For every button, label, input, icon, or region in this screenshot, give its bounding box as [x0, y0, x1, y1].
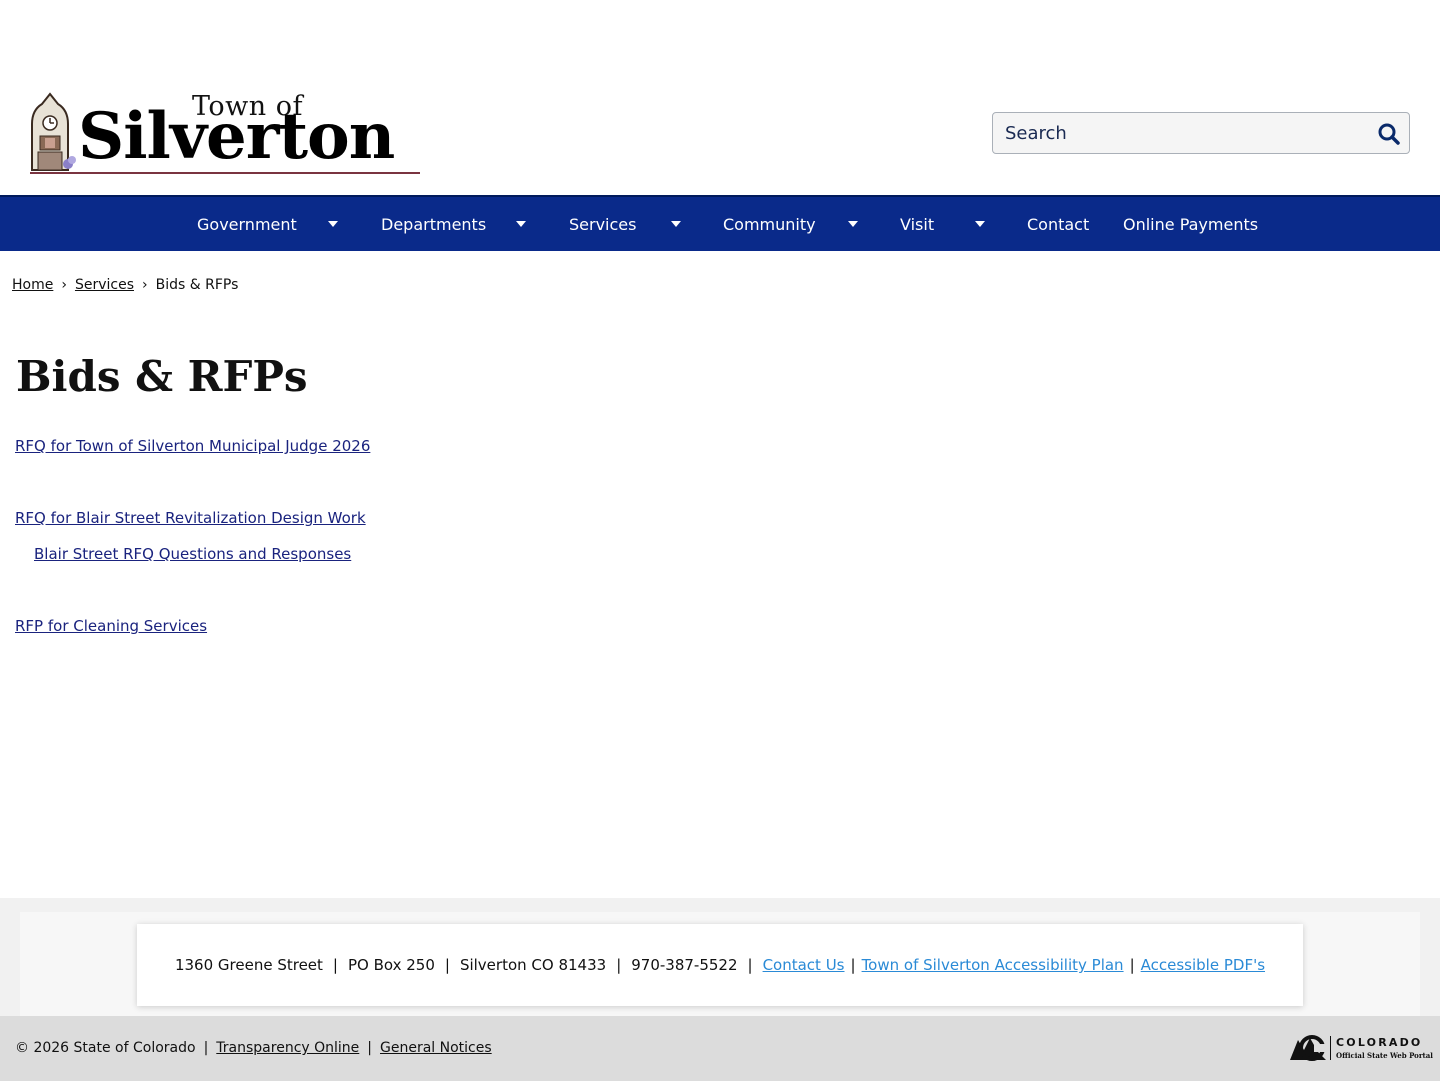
breadcrumb-home[interactable]: Home — [12, 277, 53, 293]
nav-item-community[interactable]: Community — [723, 197, 816, 251]
site-logo[interactable]: Town of Silverton — [28, 88, 420, 176]
transparency-link[interactable]: Transparency Online — [216, 1040, 359, 1056]
search-input[interactable] — [994, 114, 1364, 152]
nav-item-departments[interactable]: Departments — [381, 197, 486, 251]
footer-pipe: | — [747, 956, 753, 974]
page-title: Bids & RFPs — [16, 352, 308, 401]
footer-pipe: | — [332, 956, 338, 974]
link-rfq-municipal-judge[interactable]: RFQ for Town of Silverton Municipal Judg… — [15, 437, 370, 455]
chevron-down-icon[interactable] — [516, 221, 526, 227]
chevron-down-icon[interactable] — [975, 221, 985, 227]
nav-item-contact[interactable]: Contact — [1027, 197, 1089, 251]
breadcrumb-services[interactable]: Services — [75, 277, 134, 293]
search-icon[interactable] — [1377, 122, 1401, 146]
breadcrumb: Home › Services › Bids & RFPs — [12, 277, 238, 293]
footer-contact-link[interactable]: Contact Us — [763, 956, 845, 974]
footer-pipe: | — [1129, 956, 1135, 974]
link-rfq-blair-street[interactable]: RFQ for Blair Street Revitalization Desi… — [15, 509, 366, 527]
breadcrumb-current: Bids & RFPs — [155, 277, 239, 293]
colorado-tagline: Official State Web Portal — [1336, 1051, 1433, 1060]
link-blair-street-questions[interactable]: Blair Street RFQ Questions and Responses — [34, 545, 351, 563]
footer-po-box: PO Box 250 — [347, 956, 435, 974]
colorado-portal-logo[interactable]: COLORADO Official State Web Portal — [1288, 1032, 1433, 1064]
footer-pdf-link[interactable]: Accessible PDF's — [1141, 956, 1265, 974]
footer-contact-card: 1360 Greene Street | PO Box 250 | Silver… — [137, 924, 1303, 1006]
chevron-down-icon[interactable] — [328, 221, 338, 227]
logo-divider — [1330, 1036, 1331, 1060]
breadcrumb-separator: › — [142, 277, 148, 293]
breadcrumb-separator: › — [61, 277, 67, 293]
footer-pipe: | — [616, 956, 622, 974]
colorado-wordmark: COLORADO — [1336, 1036, 1423, 1049]
footer-city: Silverton CO 81433 — [459, 956, 607, 974]
logo-rule — [30, 172, 420, 174]
search-box — [992, 112, 1410, 154]
footer-phone: 970-387-5522 — [631, 956, 738, 974]
bottom-links: © 2026 State of Colorado | Transparency … — [15, 1040, 492, 1056]
chevron-down-icon[interactable] — [848, 221, 858, 227]
nav-item-visit[interactable]: Visit — [900, 197, 934, 251]
clock-tower-icon — [31, 92, 76, 171]
main-nav: Government Departments Services Communit… — [0, 195, 1440, 251]
nav-item-government[interactable]: Government — [197, 197, 297, 251]
colorado-c-icon — [1290, 1035, 1328, 1061]
footer-pipe: | — [850, 956, 856, 974]
logo-silverton: Silverton — [78, 99, 395, 174]
link-rfp-cleaning[interactable]: RFP for Cleaning Services — [15, 617, 207, 635]
footer-pipe: | — [444, 956, 450, 974]
general-notices-link[interactable]: General Notices — [380, 1040, 492, 1056]
footer-address: 1360 Greene Street — [174, 956, 323, 974]
nav-item-services[interactable]: Services — [569, 197, 636, 251]
nav-item-online-payments[interactable]: Online Payments — [1123, 197, 1258, 251]
copyright: © 2026 State of Colorado — [15, 1040, 196, 1056]
bottom-pipe: | — [203, 1040, 209, 1056]
chevron-down-icon[interactable] — [671, 221, 681, 227]
footer-accessibility-link[interactable]: Town of Silverton Accessibility Plan — [862, 956, 1124, 974]
bottom-pipe: | — [367, 1040, 373, 1056]
site-header: Town of Silverton — [0, 0, 1440, 195]
